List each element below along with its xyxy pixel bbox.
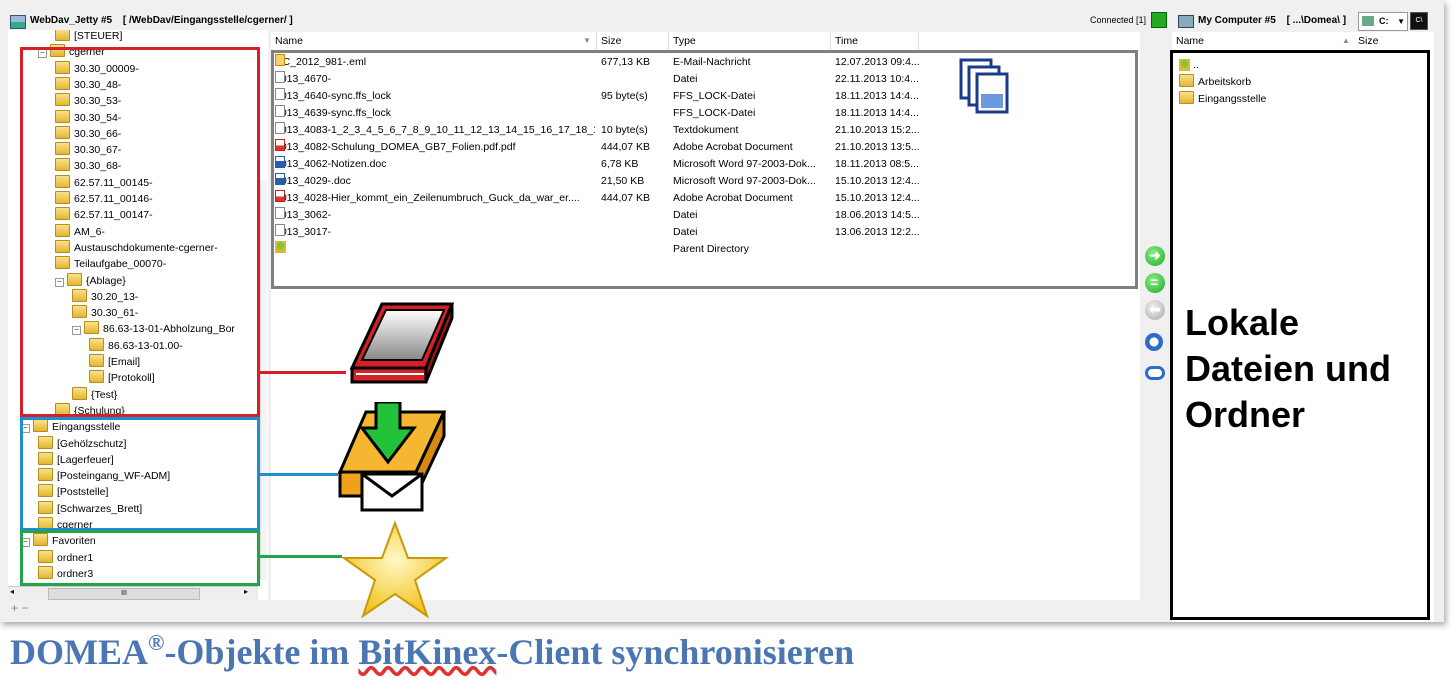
annotation-line-3: Ordner [1185, 394, 1306, 435]
drive-label: C: [1379, 16, 1389, 26]
parent-directory-icon [1179, 59, 1190, 71]
local-item-label: Arbeitskorb [1198, 76, 1252, 88]
column-header-name[interactable]: Name ▼ [271, 32, 597, 50]
local-item[interactable]: .. [1179, 57, 1199, 73]
folder-icon [1179, 91, 1194, 104]
column-time-label: Time [835, 35, 858, 47]
annotation-line-2: Dateien und [1185, 348, 1392, 389]
scroll-right-icon[interactable]: ▸ [244, 587, 248, 596]
column-size-label: Size [601, 35, 622, 47]
tree-item-label: [STEUER] [74, 30, 123, 42]
favoriten-highlight [20, 530, 260, 586]
refresh-icon[interactable] [1145, 333, 1163, 351]
remote-titlebar: WebDav_Jetty #5 [ /WebDav/Eingangsstelle… [8, 10, 1168, 32]
red-connector [260, 371, 346, 374]
column-header-time[interactable]: Time [831, 32, 919, 50]
stack-of-papers-icon [349, 302, 454, 384]
local-title: My Computer #5 [1198, 15, 1276, 26]
local-column-name-label: Name [1176, 35, 1205, 47]
tree-vertical-scrollbar[interactable] [260, 180, 267, 580]
scroll-left-icon[interactable]: ◂ [10, 587, 14, 596]
local-path: [ ...\Domea\ ] [1286, 15, 1347, 26]
caption-part-2: -Objekte im [164, 632, 359, 672]
folder-icon [55, 30, 70, 41]
scrollbar-thumb[interactable]: III [48, 588, 200, 600]
link-icon[interactable] [1145, 366, 1165, 380]
equals-icon[interactable]: = [1145, 273, 1165, 293]
annotation-line-1: Lokale [1185, 302, 1300, 343]
cgerner-highlight [20, 47, 260, 417]
column-type-label: Type [673, 35, 696, 47]
drive-select[interactable]: C: ▼ [1358, 12, 1408, 31]
tree-add-remove[interactable]: + − [11, 601, 28, 615]
column-name-label: Name [275, 35, 304, 47]
column-header-type[interactable]: Type [669, 32, 831, 50]
green-connector [260, 555, 342, 558]
local-item-label: .. [1193, 59, 1199, 71]
caption-part-3: BitKinex [358, 632, 497, 672]
local-item[interactable]: Arbeitskorb [1179, 74, 1251, 90]
local-column-header-size[interactable]: Size [1354, 32, 1424, 50]
console-icon[interactable]: C\ [1410, 12, 1428, 30]
inbox-tray-icon [337, 402, 446, 512]
computer-icon [1178, 15, 1194, 28]
caption-part-1: DOMEA [10, 632, 148, 672]
star-icon [340, 520, 450, 619]
connection-indicator-icon[interactable] [1151, 12, 1167, 28]
bitkinex-window: WebDav_Jetty #5 [ /WebDav/Eingangsstelle… [0, 0, 1444, 622]
local-item[interactable]: Eingangsstelle [1179, 91, 1266, 107]
remote-path: [ /WebDav/Eingangsstelle/cgerner/ ] [122, 15, 293, 26]
caption-registered: ® [148, 630, 165, 655]
chevron-down-icon: ▼ [1397, 17, 1405, 26]
eingangsstelle-highlight [20, 417, 260, 531]
blue-connector [260, 473, 338, 476]
sort-icon: ▲ [1342, 36, 1350, 45]
drive-icon [1362, 16, 1374, 26]
file-list-highlight [271, 50, 1138, 289]
remote-title: WebDav_Jetty #5 [30, 15, 113, 26]
local-column-size-label: Size [1358, 35, 1379, 47]
column-header-size[interactable]: Size [597, 32, 669, 50]
caption-part-4: -Client synchronisieren [496, 632, 855, 672]
tree-horizontal-scrollbar[interactable]: ◂ III ▸ [8, 586, 258, 600]
page-caption: DOMEA®-Objekte im BitKinex-Client synchr… [10, 630, 854, 673]
folder-icon [1179, 74, 1194, 87]
sort-icon: ▼ [583, 36, 591, 45]
server-icon [10, 15, 26, 29]
local-column-header-name[interactable]: Name ▲ [1172, 32, 1354, 50]
arrow-left-icon[interactable]: ⬅ [1145, 300, 1165, 320]
arrow-right-icon[interactable]: ➜ [1145, 246, 1165, 266]
connection-status: Connected [1] [1090, 15, 1147, 25]
local-highlight: .. Arbeitskorb Eingangsstelle Lokale Datei… [1170, 50, 1430, 620]
tree-item[interactable]: [STEUER] [55, 30, 122, 44]
local-annotation: Lokale Dateien und Ordner [1185, 300, 1391, 438]
local-item-label: Eingangsstelle [1198, 93, 1267, 105]
